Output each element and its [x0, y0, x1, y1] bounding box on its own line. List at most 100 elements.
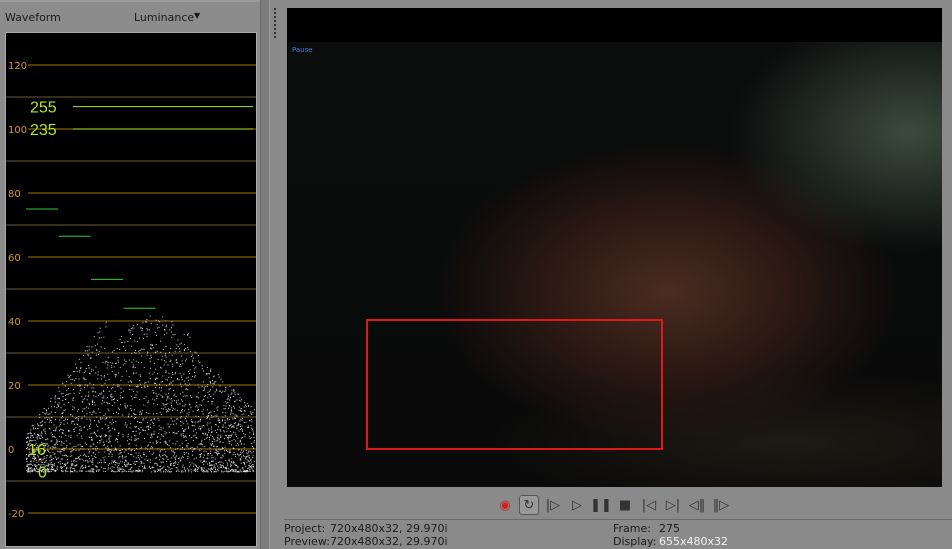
waveform-sample — [76, 423, 78, 425]
waveform-sample — [110, 449, 112, 451]
play-button[interactable]: ▷ — [567, 495, 587, 515]
chevron-down-icon[interactable]: ▼ — [194, 11, 200, 20]
waveform-sample — [171, 450, 173, 452]
waveform-sample — [91, 460, 93, 462]
waveform-sample — [229, 405, 231, 407]
waveform-sample — [113, 412, 115, 414]
waveform-sample — [245, 471, 247, 473]
next-frame-button[interactable]: ▷| — [663, 495, 683, 515]
waveform-sample — [71, 464, 73, 466]
waveform-sample — [227, 401, 229, 403]
drag-handle-icon[interactable] — [274, 8, 278, 38]
next-marker-button[interactable]: ‖▷ — [711, 495, 731, 515]
waveform-sample — [199, 443, 201, 445]
waveform-sample — [61, 429, 63, 431]
waveform-sample — [203, 433, 205, 435]
waveform-sample — [72, 370, 74, 372]
waveform-sample — [165, 326, 167, 328]
waveform-sample — [79, 444, 81, 446]
stop-button[interactable]: ■ — [615, 495, 635, 515]
waveform-sample — [36, 461, 38, 463]
waveform-sample — [100, 346, 102, 348]
waveform-sample — [78, 470, 80, 472]
waveform-sample — [161, 449, 163, 451]
previous-marker-button[interactable]: ◁‖ — [687, 495, 707, 515]
loop-button[interactable]: ↻ — [519, 495, 539, 515]
waveform-sample — [88, 372, 90, 374]
waveform-sample — [207, 436, 209, 438]
waveform-sample — [142, 348, 144, 350]
waveform-sample — [96, 349, 98, 351]
waveform-sample — [171, 400, 173, 402]
waveform-sample — [65, 463, 67, 465]
waveform-sample — [198, 420, 200, 422]
waveform-sample — [169, 329, 171, 331]
waveform-sample — [185, 360, 187, 362]
waveform-sample — [116, 399, 118, 401]
waveform-sample — [80, 446, 82, 448]
waveform-sample — [131, 395, 133, 397]
waveform-sample — [96, 466, 98, 468]
waveform-sample — [194, 470, 196, 472]
waveform-sample — [173, 423, 175, 425]
waveform-sample — [209, 465, 211, 467]
waveform-sample — [190, 419, 192, 421]
panel-splitter[interactable] — [260, 0, 270, 549]
waveform-sample — [207, 471, 209, 473]
previous-frame-button[interactable]: |◁ — [639, 495, 659, 515]
waveform-sample — [211, 464, 213, 466]
waveform-sample — [139, 411, 141, 413]
play-from-start-button[interactable]: |▷ — [543, 495, 563, 515]
waveform-sample — [193, 430, 195, 432]
waveform-sample — [98, 451, 100, 453]
waveform-sample — [176, 344, 178, 346]
waveform-sample — [170, 382, 172, 384]
pause-button[interactable]: ❚❚ — [590, 495, 612, 515]
waveform-sample — [42, 461, 44, 463]
waveform-sample — [95, 396, 97, 398]
waveform-sample — [180, 435, 182, 437]
waveform-sample — [243, 450, 245, 452]
waveform-sample — [81, 437, 83, 439]
waveform-sample — [225, 467, 227, 469]
selection-rectangle[interactable] — [366, 319, 663, 450]
record-button[interactable]: ◉ — [495, 495, 515, 515]
waveform-sample — [188, 370, 190, 372]
waveform-sample — [226, 419, 228, 421]
frame-label: Frame: — [613, 522, 651, 535]
waveform-sample — [188, 408, 190, 410]
waveform-sample — [125, 465, 127, 467]
waveform-sample — [241, 471, 243, 473]
waveform-sample — [124, 470, 126, 472]
waveform-sample — [111, 466, 113, 468]
waveform-sample — [52, 451, 54, 453]
waveform-sample — [148, 465, 150, 467]
waveform-sample — [30, 433, 32, 435]
waveform-sample — [206, 385, 208, 387]
waveform-sample — [206, 433, 208, 435]
waveform-sample — [198, 386, 200, 388]
waveform-sample — [111, 455, 113, 457]
waveform-sample — [200, 448, 202, 450]
waveform-sample — [211, 436, 213, 438]
waveform-sample — [108, 378, 110, 380]
waveform-sample — [152, 421, 154, 423]
waveform-sample — [194, 434, 196, 436]
waveform-sample — [147, 381, 149, 383]
waveform-sample — [203, 454, 205, 456]
waveform-sample — [143, 366, 145, 368]
waveform-sample — [217, 374, 219, 376]
scope-mode-dropdown[interactable]: Luminance — [134, 11, 194, 24]
waveform-sample — [192, 439, 194, 441]
waveform-sample — [189, 383, 191, 385]
waveform-sample — [181, 411, 183, 413]
waveform-sample — [153, 382, 155, 384]
waveform-sample — [246, 403, 248, 405]
waveform-sample — [185, 388, 187, 390]
waveform-sample — [240, 409, 242, 411]
waveform-sample — [212, 386, 214, 388]
waveform-sample — [227, 436, 229, 438]
waveform-sample — [194, 429, 196, 431]
waveform-sample — [103, 467, 105, 469]
waveform-sample — [174, 456, 176, 458]
